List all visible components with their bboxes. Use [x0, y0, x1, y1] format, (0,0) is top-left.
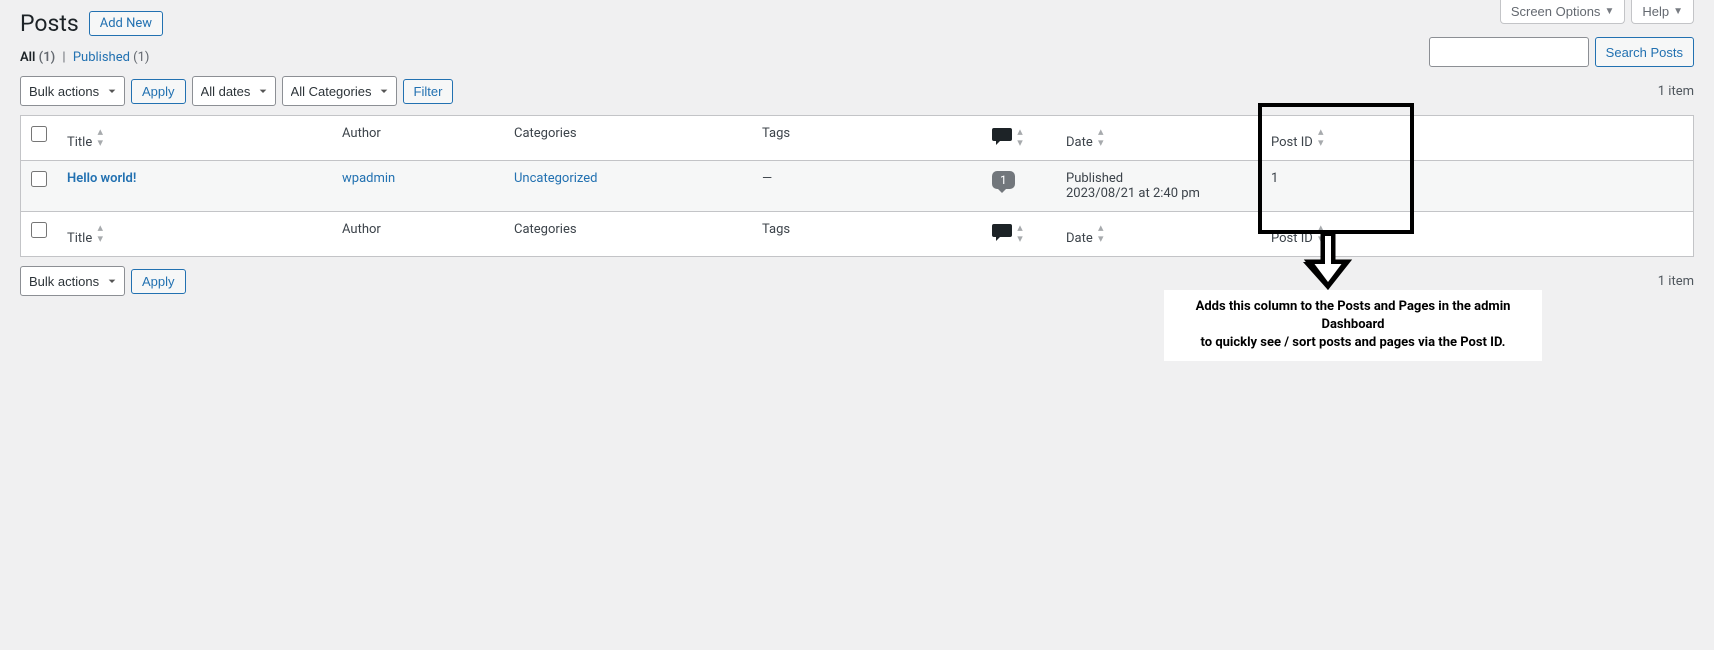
sort-icon: ▴▾ [1318, 126, 1324, 148]
comment-icon [992, 224, 1012, 242]
sort-icon: ▴▾ [1017, 222, 1023, 244]
column-categories-footer: Categories [504, 212, 752, 257]
post-tags: — [752, 161, 982, 212]
post-id-value: 1 [1261, 161, 1391, 212]
column-post-id-footer[interactable]: Post ID ▴▾ [1261, 212, 1391, 257]
filter-button[interactable]: Filter [403, 79, 454, 104]
select-all-checkbox-bottom[interactable] [31, 222, 47, 238]
select-all-checkbox-top[interactable] [31, 126, 47, 142]
column-comments-footer[interactable]: ▴▾ [982, 212, 1056, 257]
row-checkbox[interactable] [31, 171, 47, 187]
comment-count-badge[interactable]: 1 [992, 171, 1015, 189]
filter-all[interactable]: All (1) [20, 50, 55, 65]
column-title[interactable]: Title ▴▾ [57, 116, 332, 161]
table-row: Hello world! wpadmin Uncategorized — 1 P… [21, 161, 1694, 212]
caret-down-icon: ▼ [1673, 6, 1683, 17]
column-tags-footer: Tags [752, 212, 982, 257]
apply-button-bottom[interactable]: Apply [131, 269, 186, 294]
apply-button[interactable]: Apply [131, 79, 186, 104]
screen-options-button[interactable]: Screen Options ▼ [1500, 0, 1626, 24]
search-button[interactable]: Search Posts [1595, 37, 1694, 67]
posts-table: Title ▴▾ Author Categories Tags ▴▾ Date … [20, 115, 1694, 257]
column-author-footer: Author [332, 212, 504, 257]
sort-icon: ▴▾ [97, 126, 103, 148]
help-label: Help [1642, 4, 1669, 19]
sort-icon: ▴▾ [1017, 126, 1023, 148]
annotation-callout: Adds this column to the Posts and Pages … [1164, 290, 1542, 361]
screen-options-label: Screen Options [1511, 4, 1601, 19]
items-count-top: 1 item [1658, 84, 1694, 99]
comment-icon [992, 128, 1012, 146]
column-author: Author [332, 116, 504, 161]
caret-down-icon: ▼ [1604, 6, 1614, 17]
column-title-footer[interactable]: Title ▴▾ [57, 212, 332, 257]
add-new-button[interactable]: Add New [89, 11, 163, 36]
sort-icon: ▴▾ [1318, 222, 1324, 244]
post-category-link[interactable]: Uncategorized [514, 171, 597, 186]
date-filter-select[interactable]: All dates [192, 76, 276, 106]
column-post-id[interactable]: Post ID ▴▾ [1261, 116, 1391, 161]
help-button[interactable]: Help ▼ [1631, 0, 1694, 24]
bulk-actions-select-bottom[interactable]: Bulk actions [20, 266, 125, 296]
filter-published[interactable]: Published (1) [73, 50, 150, 65]
column-comments[interactable]: ▴▾ [982, 116, 1056, 161]
sort-icon: ▴▾ [97, 222, 103, 244]
category-filter-select[interactable]: All Categories [282, 76, 397, 106]
items-count-bottom: 1 item [1658, 274, 1694, 289]
column-date-footer[interactable]: Date ▴▾ [1056, 212, 1261, 257]
page-title: Posts [20, 10, 79, 37]
column-date[interactable]: Date ▴▾ [1056, 116, 1261, 161]
bulk-actions-select[interactable]: Bulk actions [20, 76, 125, 106]
post-date: Published 2023/08/21 at 2:40 pm [1056, 161, 1261, 212]
column-categories: Categories [504, 116, 752, 161]
sort-icon: ▴▾ [1098, 126, 1104, 148]
column-tags: Tags [752, 116, 982, 161]
search-input[interactable] [1429, 37, 1589, 67]
post-author-link[interactable]: wpadmin [342, 171, 395, 186]
post-title-link[interactable]: Hello world! [67, 171, 136, 186]
sort-icon: ▴▾ [1098, 222, 1104, 244]
